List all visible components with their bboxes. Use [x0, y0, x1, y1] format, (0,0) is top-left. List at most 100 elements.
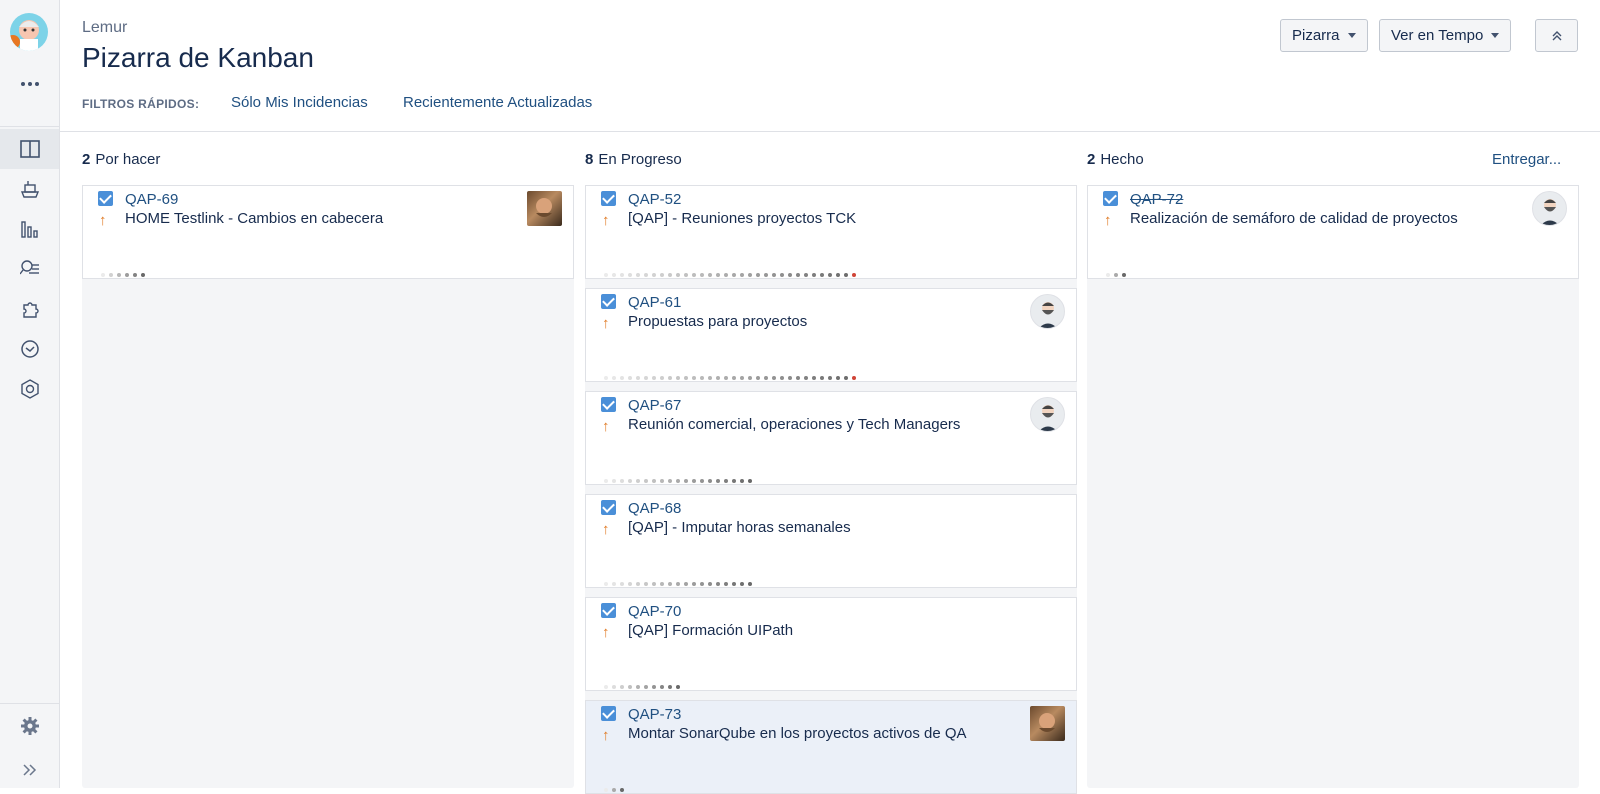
issue-card[interactable]: QAP-52 ↑ [QAP] - Reuniones proyectos TCK	[585, 185, 1077, 279]
issue-card[interactable]: QAP-69 ↑ HOME Testlink - Cambios en cabe…	[82, 185, 574, 279]
day-dot	[836, 376, 840, 380]
day-dot	[628, 376, 632, 380]
day-dot	[724, 582, 728, 586]
reports-icon[interactable]	[0, 209, 59, 249]
quick-filter-recently-updated[interactable]: Recientemente Actualizadas	[403, 94, 592, 111]
day-dot	[756, 376, 760, 380]
day-dot	[828, 376, 832, 380]
day-dot	[604, 582, 608, 586]
day-dot	[804, 376, 808, 380]
more-icon[interactable]	[0, 64, 59, 104]
day-dot	[684, 582, 688, 586]
collapse-header-button[interactable]	[1535, 19, 1578, 52]
quick-filter-my-issues[interactable]: Sólo Mis Incidencias	[231, 94, 368, 111]
issue-key[interactable]: QAP-52	[628, 191, 681, 208]
issue-summary: [QAP] - Imputar horas semanales	[628, 519, 851, 536]
assignee-avatar[interactable]	[527, 191, 562, 226]
column-todo: QAP-69 ↑ HOME Testlink - Cambios en cabe…	[82, 185, 574, 788]
day-dot	[740, 479, 744, 483]
day-dot	[780, 273, 784, 277]
day-dot	[692, 582, 696, 586]
assignee-avatar[interactable]	[1030, 294, 1065, 329]
project-avatar-icon[interactable]	[10, 13, 48, 51]
puzzle-icon[interactable]	[0, 289, 59, 329]
issue-card[interactable]: QAP-68 ↑ [QAP] - Imputar horas semanales	[585, 494, 1077, 588]
day-dot	[604, 479, 608, 483]
issue-key[interactable]: QAP-70	[628, 603, 681, 620]
column-in-progress: QAP-52 ↑ [QAP] - Reuniones proyectos TCK…	[585, 185, 1077, 794]
day-dot	[604, 788, 608, 792]
assignee-avatar[interactable]	[1532, 191, 1567, 226]
issue-key[interactable]: QAP-68	[628, 500, 681, 517]
column-header-in-progress: 8 En Progreso	[585, 151, 682, 168]
release-link[interactable]: Entregar...	[1492, 151, 1561, 168]
day-dot	[628, 685, 632, 689]
day-dot	[716, 582, 720, 586]
issue-card[interactable]: QAP-72 ↑ Realización de semáforo de cali…	[1087, 185, 1579, 279]
issue-summary: [QAP] - Reuniones proyectos TCK	[628, 210, 857, 227]
day-dot	[844, 273, 848, 277]
day-dot	[141, 273, 145, 277]
board-icon[interactable]	[0, 129, 59, 169]
issue-key[interactable]: QAP-69	[125, 191, 178, 208]
day-dot	[708, 582, 712, 586]
day-dot	[724, 273, 728, 277]
day-dot	[644, 685, 648, 689]
hexagon-icon[interactable]	[0, 369, 59, 409]
day-dot	[700, 479, 704, 483]
ship-icon[interactable]	[0, 169, 59, 209]
day-dot	[692, 479, 696, 483]
day-dot	[732, 376, 736, 380]
priority-arrow-icon: ↑	[602, 212, 610, 229]
chevron-down-icon	[1347, 33, 1356, 38]
day-dot	[117, 273, 121, 277]
settings-icon[interactable]	[0, 706, 59, 746]
day-dot	[708, 479, 712, 483]
issue-card[interactable]: QAP-73 ↑ Montar SonarQube en los proyect…	[585, 700, 1077, 794]
day-dot	[812, 273, 816, 277]
day-dot	[101, 273, 105, 277]
task-type-icon	[601, 500, 616, 515]
day-dot	[612, 582, 616, 586]
tempo-dropdown-button[interactable]: Ver en Tempo	[1379, 19, 1512, 52]
issue-card[interactable]: QAP-70 ↑ [QAP] Formación UIPath	[585, 597, 1077, 691]
column-done: QAP-72 ↑ Realización de semáforo de cali…	[1087, 185, 1579, 788]
day-dot	[748, 376, 752, 380]
day-dot	[620, 376, 624, 380]
day-dot	[644, 479, 648, 483]
board-dropdown-button[interactable]: Pizarra	[1280, 19, 1368, 52]
day-dot	[660, 273, 664, 277]
issue-key[interactable]: QAP-67	[628, 397, 681, 414]
time-icon[interactable]	[0, 329, 59, 369]
day-dot	[780, 376, 784, 380]
issue-card[interactable]: QAP-61 ↑ Propuestas para proyectos	[585, 288, 1077, 382]
day-dot	[612, 273, 616, 277]
day-dot	[636, 582, 640, 586]
day-dot	[692, 376, 696, 380]
issue-summary: Montar SonarQube en los proyectos activo…	[628, 725, 967, 742]
day-dot	[109, 273, 113, 277]
day-dot	[652, 582, 656, 586]
issue-key[interactable]: QAP-61	[628, 294, 681, 311]
assignee-avatar[interactable]	[1030, 397, 1065, 432]
task-type-icon	[601, 191, 616, 206]
day-dot	[620, 582, 624, 586]
board-header: Lemur Pizarra de Kanban FILTROS RÁPIDOS:…	[60, 0, 1600, 132]
day-dot	[828, 273, 832, 277]
expand-icon[interactable]	[0, 750, 59, 790]
day-dot	[748, 582, 752, 586]
priority-arrow-icon: ↑	[602, 624, 610, 641]
issue-summary: [QAP] Formación UIPath	[628, 622, 794, 639]
assignee-avatar[interactable]	[1030, 706, 1065, 741]
issue-card[interactable]: QAP-67 ↑ Reunión comercial, operaciones …	[585, 391, 1077, 485]
search-issues-icon[interactable]	[0, 249, 59, 289]
project-name[interactable]: Lemur	[82, 19, 127, 37]
day-dot	[636, 479, 640, 483]
issue-key[interactable]: QAP-73	[628, 706, 681, 723]
column-name: Por hacer	[95, 151, 161, 168]
day-dot	[660, 582, 664, 586]
issue-summary: Realización de semáforo de calidad de pr…	[1130, 210, 1458, 227]
day-dot	[1114, 273, 1118, 277]
day-dot	[756, 273, 760, 277]
issue-key[interactable]: QAP-72	[1130, 191, 1183, 208]
